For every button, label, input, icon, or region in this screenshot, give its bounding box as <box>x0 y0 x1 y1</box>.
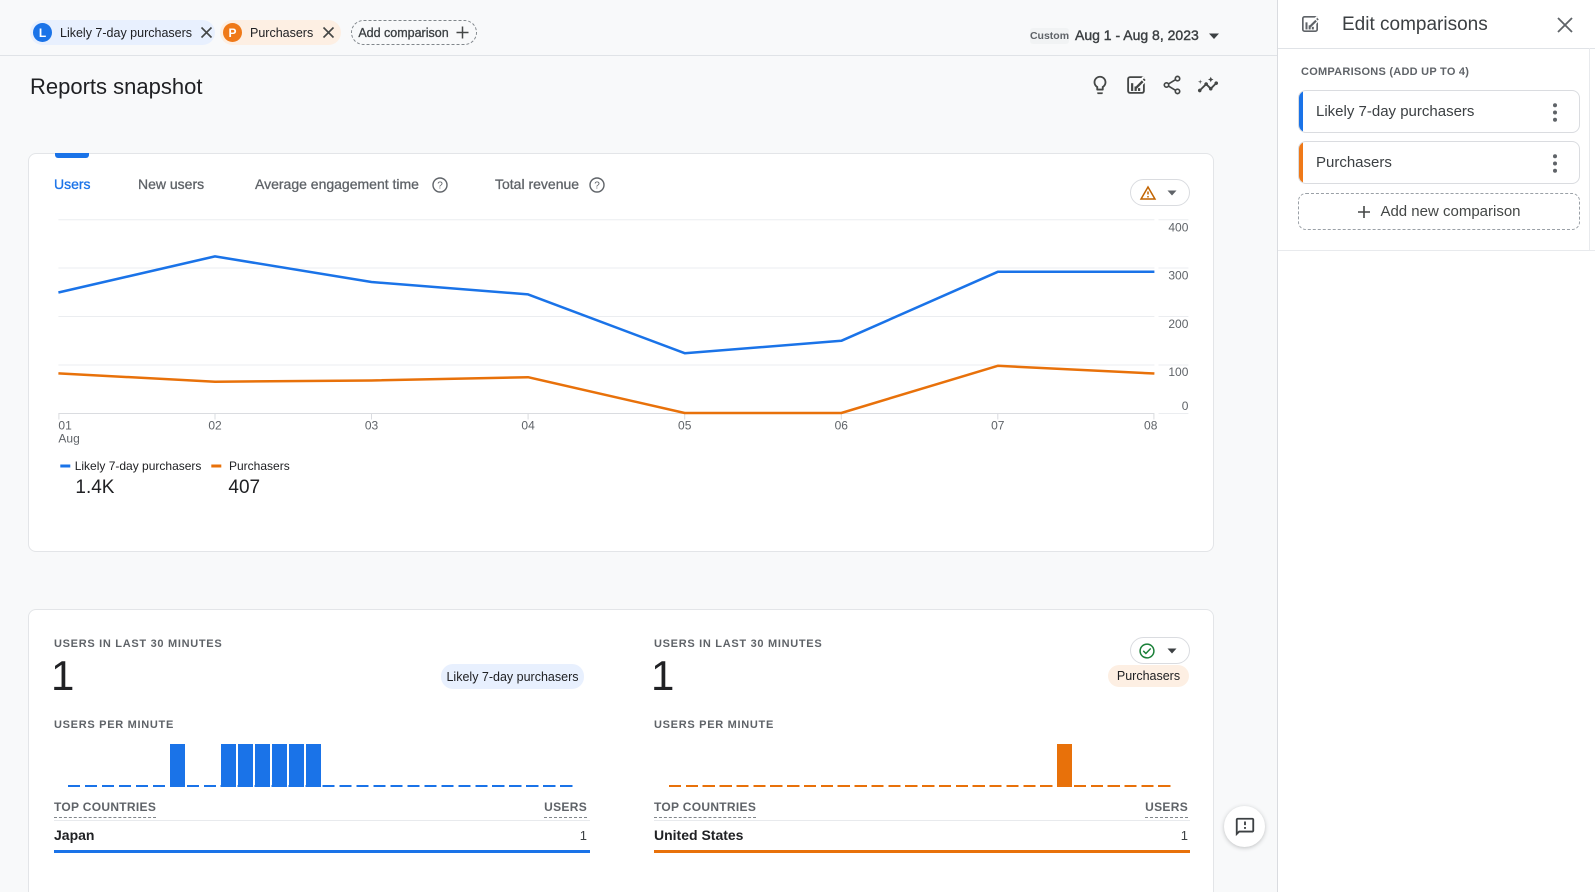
svg-text:Aug: Aug <box>58 431 79 445</box>
svg-text:Likely 7-day purchasers: Likely 7-day purchasers <box>75 459 202 473</box>
svg-text:04: 04 <box>521 418 535 432</box>
svg-text:06: 06 <box>835 418 849 432</box>
svg-text:Purchasers: Purchasers <box>229 459 290 473</box>
svg-text:03: 03 <box>365 418 379 432</box>
svg-text:407: 407 <box>228 477 260 498</box>
svg-text:05: 05 <box>678 418 692 432</box>
svg-text:07: 07 <box>991 418 1005 432</box>
svg-text:300: 300 <box>1168 269 1188 283</box>
svg-text:400: 400 <box>1168 221 1188 235</box>
svg-text:02: 02 <box>208 418 222 432</box>
svg-text:01: 01 <box>58 418 72 432</box>
svg-text:08: 08 <box>1144 418 1158 432</box>
svg-text:1.4K: 1.4K <box>75 477 114 498</box>
svg-text:0: 0 <box>1182 399 1189 413</box>
svg-text:200: 200 <box>1168 317 1188 331</box>
svg-text:100: 100 <box>1168 365 1188 379</box>
